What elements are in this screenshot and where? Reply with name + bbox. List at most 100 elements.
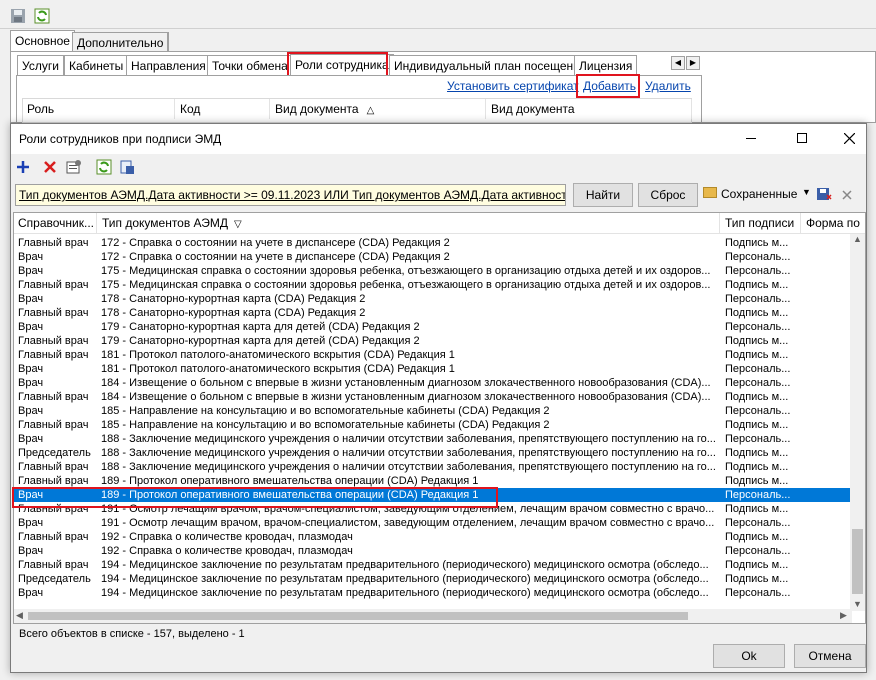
minimize-icon[interactable] (746, 138, 756, 139)
col-directory[interactable]: Справочник... (14, 213, 97, 234)
cell-directory: Главный врач (18, 237, 89, 249)
scroll-left-icon[interactable]: ◀ (16, 610, 23, 621)
cell-doc-type: 192 - Справка о количестве кроводач, пла… (101, 531, 353, 543)
cell-doc-type: 184 - Извещение о больном с впервые в жи… (101, 377, 711, 389)
tab-scroll-right[interactable]: ▶ (686, 56, 700, 70)
save-filter-icon[interactable] (816, 187, 832, 203)
tab-services[interactable]: Услуги (17, 55, 64, 75)
col-doc-type[interactable]: Тип документов АЭМД ▽ (98, 213, 720, 234)
tab-main[interactable]: Основное (10, 30, 75, 52)
tab-individual-plan[interactable]: Индивидуальный план посещений (389, 55, 592, 75)
tab-scroll-left[interactable]: ◀ (671, 56, 685, 70)
table-row[interactable]: Главный врач 185 - Направление на консуль… (14, 418, 852, 432)
table-row[interactable]: Главный врач 189 - Протокол оперативного … (14, 474, 852, 488)
clear-filter-icon[interactable] (839, 187, 855, 203)
cell-signature-type: Персональ... (725, 587, 791, 599)
cell-signature-type: Подпись м... (725, 461, 789, 473)
table-row[interactable]: Главный врач 192 - Справка о количестве к… (14, 530, 852, 544)
set-certificate-link[interactable]: Установить сертификат (447, 79, 579, 93)
table-row[interactable]: Главный врач 191 - Осмотр лечащим врачом,… (14, 502, 852, 516)
cell-doc-type: 194 - Медицинское заключение по результа… (101, 559, 709, 571)
table-row[interactable]: Врач 175 - Медицинская справка о состояни… (14, 264, 852, 278)
sort-asc-icon: △ (366, 105, 375, 116)
cell-directory: Главный врач (18, 503, 89, 515)
table-row[interactable]: Главный врач 184 - Извещение о больном с … (14, 390, 852, 404)
table-row[interactable]: Главный врач 179 - Санаторно-курортная ка… (14, 334, 852, 348)
cell-signature-type: Подпись м... (725, 335, 789, 347)
table-row[interactable]: Врач 179 - Санаторно-курортная карта для … (14, 320, 852, 334)
export-icon[interactable] (119, 159, 135, 175)
bg-grid: Роль Код Вид документа △ Вид документа (22, 98, 692, 123)
table-row[interactable]: Врач 172 - Справка о состоянии на учете в… (14, 250, 852, 264)
table-row[interactable]: Главный врач 175 - Медицинская справка о … (14, 278, 852, 292)
cell-signature-type: Подпись м... (725, 419, 789, 431)
delete-icon[interactable] (42, 159, 58, 175)
refresh-icon[interactable] (34, 8, 50, 24)
horizontal-scrollbar[interactable]: ◀ ▶ (14, 609, 852, 623)
table-row[interactable]: Врач 192 - Справка о количестве кроводач,… (14, 544, 852, 558)
table-row[interactable]: Врач 185 - Направление на консультацию и … (14, 404, 852, 418)
table-row[interactable]: Главный врач 194 - Медицинское заключение… (14, 558, 852, 572)
bg-col-code[interactable]: Код (176, 99, 270, 119)
cell-doc-type: 175 - Медицинская справка о состоянии зд… (101, 265, 711, 277)
close-icon[interactable] (844, 133, 855, 144)
cell-directory: Врач (18, 293, 44, 305)
cell-signature-type: Подпись м... (725, 391, 789, 403)
filter-field[interactable]: Тип документов АЭМД.Дата активности >= 0… (15, 184, 566, 206)
save-icon[interactable] (10, 8, 26, 24)
add-icon[interactable] (15, 159, 31, 175)
col-signature-type[interactable]: Тип подписи (721, 213, 801, 234)
tab-additional[interactable]: Дополнительно (72, 32, 170, 52)
roles-grid: Справочник... Тип документов АЭМД ▽ Тип п… (13, 212, 866, 624)
table-row[interactable]: Врач 184 - Извещение о больном с впервые … (14, 376, 852, 390)
properties-icon[interactable] (66, 159, 82, 175)
maximize-icon[interactable] (797, 133, 807, 143)
scroll-up-icon[interactable]: ▲ (853, 234, 862, 244)
cell-signature-type: Подпись м... (725, 559, 789, 571)
reset-button[interactable]: Сброс (638, 183, 698, 207)
saved-filters-label: Сохраненные (721, 187, 798, 201)
table-row[interactable]: Врач 189 - Протокол оперативного вмешател… (14, 488, 852, 502)
tab-exchange-points[interactable]: Точки обмена (207, 55, 293, 75)
find-button[interactable]: Найти (573, 183, 633, 207)
tab-referrals[interactable]: Направления (126, 55, 211, 75)
table-row[interactable]: Председатель 194 - Медицинское заключение… (14, 572, 852, 586)
sort-desc-icon: ▽ (234, 219, 242, 230)
cell-doc-type: 188 - Заключение медицинского учреждения… (101, 447, 716, 459)
saved-filters-button[interactable]: Сохраненные ▼ (703, 185, 811, 205)
table-row[interactable]: Врач 191 - Осмотр лечащим врачом, врачом-… (14, 516, 852, 530)
scroll-right-icon[interactable]: ▶ (840, 610, 847, 621)
cancel-button[interactable]: Отмена (794, 644, 866, 668)
cell-directory: Главный врач (18, 461, 89, 473)
table-row[interactable]: Врач 181 - Протокол патолого-анатомическо… (14, 362, 852, 376)
bg-col-doc-type-2[interactable]: Вид документа (487, 99, 692, 119)
table-row[interactable]: Главный врач 181 - Протокол патолого-анат… (14, 348, 852, 362)
cell-directory: Главный врач (18, 349, 89, 361)
add-link[interactable]: Добавить (583, 79, 636, 93)
bg-col-doc-type[interactable]: Вид документа △ (271, 99, 486, 119)
table-row[interactable]: Председатель 188 - Заключение медицинског… (14, 446, 852, 460)
cell-signature-type: Персональ... (725, 517, 791, 529)
tab-rooms[interactable]: Кабинеты (64, 55, 129, 75)
scroll-down-icon[interactable]: ▼ (853, 599, 862, 609)
table-row[interactable]: Главный врач 172 - Справка о состоянии на… (14, 236, 852, 250)
scroll-thumb[interactable] (852, 529, 863, 594)
cell-doc-type: 179 - Санаторно-курортная карта для дете… (101, 335, 420, 347)
bg-col-role[interactable]: Роль (23, 99, 175, 119)
delete-link[interactable]: Удалить (645, 79, 691, 93)
cell-signature-type: Подпись м... (725, 447, 789, 459)
vertical-scrollbar[interactable]: ▲ ▼ (850, 234, 865, 611)
table-row[interactable]: Главный врач 188 - Заключение медицинског… (14, 460, 852, 474)
ok-button[interactable]: Ok (713, 644, 785, 668)
table-row[interactable]: Главный врач 178 - Санаторно-курортная ка… (14, 306, 852, 320)
tab-license[interactable]: Лицензия (574, 55, 638, 75)
table-row[interactable]: Врач 188 - Заключение медицинского учрежд… (14, 432, 852, 446)
refresh-icon[interactable] (96, 159, 112, 175)
h-scroll-thumb[interactable] (28, 612, 688, 620)
col-form[interactable]: Форма по (802, 213, 865, 234)
cell-directory: Главный врач (18, 307, 89, 319)
table-row[interactable]: Врач 178 - Санаторно-курортная карта (CDA… (14, 292, 852, 306)
tab-employee-roles[interactable]: Роли сотрудника (290, 54, 394, 76)
table-row[interactable]: Врач 194 - Медицинское заключение по резу… (14, 586, 852, 600)
cell-signature-type: Подпись м... (725, 475, 789, 487)
